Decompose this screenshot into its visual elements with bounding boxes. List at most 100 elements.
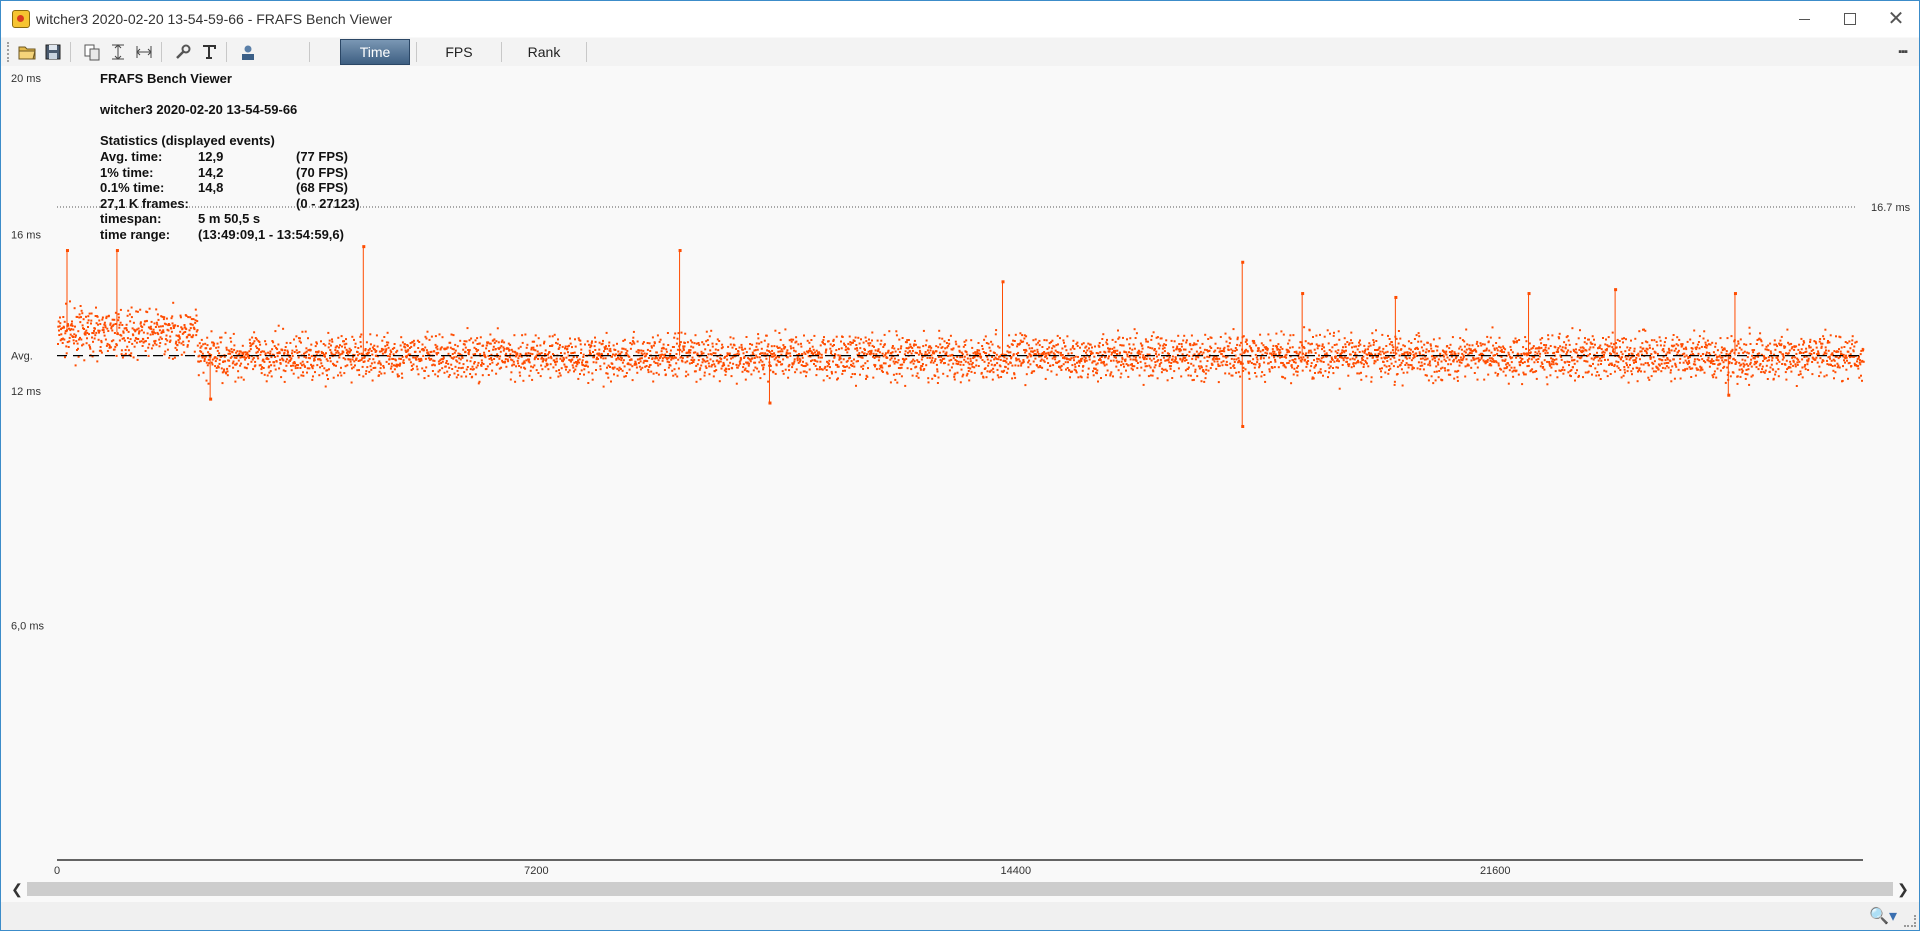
data-point — [1660, 370, 1663, 373]
data-point — [175, 348, 178, 351]
data-point — [869, 342, 872, 345]
data-point — [1132, 343, 1135, 346]
save-button[interactable] — [42, 41, 64, 63]
data-point — [456, 345, 459, 348]
data-point — [1036, 348, 1039, 351]
data-point — [189, 316, 192, 319]
data-point — [760, 347, 763, 350]
data-point — [1436, 349, 1439, 352]
maximize-button[interactable] — [1827, 1, 1873, 37]
data-point — [1591, 335, 1594, 338]
data-point — [1677, 349, 1680, 352]
data-point — [810, 339, 813, 341]
data-point — [1162, 356, 1165, 359]
data-point — [837, 354, 840, 357]
data-point — [1345, 349, 1347, 352]
data-point — [1408, 357, 1411, 360]
toolbar-grip[interactable] — [7, 42, 12, 62]
data-point — [1576, 360, 1579, 363]
data-point — [1604, 358, 1606, 361]
data-point — [1045, 339, 1048, 342]
data-point — [1310, 365, 1313, 368]
toolbar-overflow-button[interactable]: ▪▪▪ — [1898, 46, 1908, 58]
data-point — [767, 343, 770, 346]
data-point — [1646, 348, 1649, 351]
data-point — [1347, 374, 1350, 377]
data-point — [113, 318, 116, 321]
data-point — [1066, 367, 1069, 369]
data-point — [1321, 348, 1323, 351]
data-point — [1225, 360, 1228, 363]
fit-horizontal-button[interactable] — [133, 41, 155, 63]
data-point — [655, 371, 658, 374]
data-point — [1028, 359, 1031, 362]
data-point — [225, 346, 228, 349]
data-point — [1131, 363, 1133, 366]
data-point — [452, 334, 455, 337]
data-point — [883, 343, 886, 346]
data-point — [1235, 358, 1238, 361]
data-point — [1156, 377, 1159, 380]
data-point — [447, 375, 450, 378]
data-point — [794, 350, 797, 353]
data-point — [474, 339, 477, 342]
data-point — [1320, 360, 1323, 363]
data-point — [528, 374, 531, 377]
data-point — [765, 334, 768, 337]
data-point — [1522, 371, 1525, 374]
data-point — [290, 369, 293, 372]
data-point — [1142, 354, 1145, 357]
data-point — [1500, 356, 1503, 358]
data-point — [513, 363, 516, 366]
data-point — [1169, 365, 1172, 368]
data-point — [1610, 342, 1613, 345]
data-point — [278, 352, 281, 355]
data-point — [1092, 374, 1095, 377]
data-point — [1556, 376, 1559, 379]
text-button[interactable] — [198, 41, 220, 63]
data-point — [1249, 360, 1252, 363]
data-point — [1296, 370, 1299, 373]
data-point — [894, 350, 897, 353]
data-point — [1666, 351, 1669, 354]
data-point — [1664, 337, 1667, 340]
settings-button[interactable] — [172, 41, 194, 63]
data-point — [784, 368, 787, 371]
open-folder-button[interactable] — [16, 41, 38, 63]
data-point — [1148, 364, 1151, 367]
data-point — [152, 328, 155, 331]
data-point — [1114, 340, 1117, 343]
copy-button[interactable] — [81, 41, 103, 63]
data-point — [1303, 347, 1306, 350]
data-point — [1407, 363, 1410, 366]
data-point — [1136, 362, 1139, 364]
data-point — [283, 352, 286, 354]
data-point — [1591, 342, 1594, 345]
user-button[interactable] — [237, 41, 259, 63]
tab-fps[interactable]: FPS — [423, 40, 495, 64]
data-point — [392, 358, 395, 360]
data-point — [1128, 351, 1130, 354]
fit-vertical-button[interactable] — [107, 41, 129, 63]
minimize-button[interactable] — [1781, 1, 1827, 37]
data-point — [1639, 358, 1641, 361]
data-point — [1495, 361, 1498, 364]
data-point — [154, 326, 157, 328]
data-point — [1481, 343, 1484, 346]
data-point — [1395, 337, 1398, 340]
data-point — [1114, 349, 1117, 352]
close-button[interactable]: ✕ — [1873, 1, 1919, 37]
data-point — [1426, 357, 1429, 360]
data-point — [1177, 334, 1180, 337]
data-point — [1067, 361, 1069, 364]
data-point — [1201, 342, 1204, 345]
tab-rank[interactable]: Rank — [508, 40, 580, 64]
data-point — [185, 328, 188, 331]
data-point — [370, 368, 373, 371]
data-point — [1105, 363, 1108, 366]
data-point — [1615, 360, 1618, 363]
data-point — [987, 362, 990, 365]
data-point — [958, 350, 961, 353]
data-point — [1533, 356, 1536, 359]
tab-time[interactable]: Time — [340, 39, 410, 65]
